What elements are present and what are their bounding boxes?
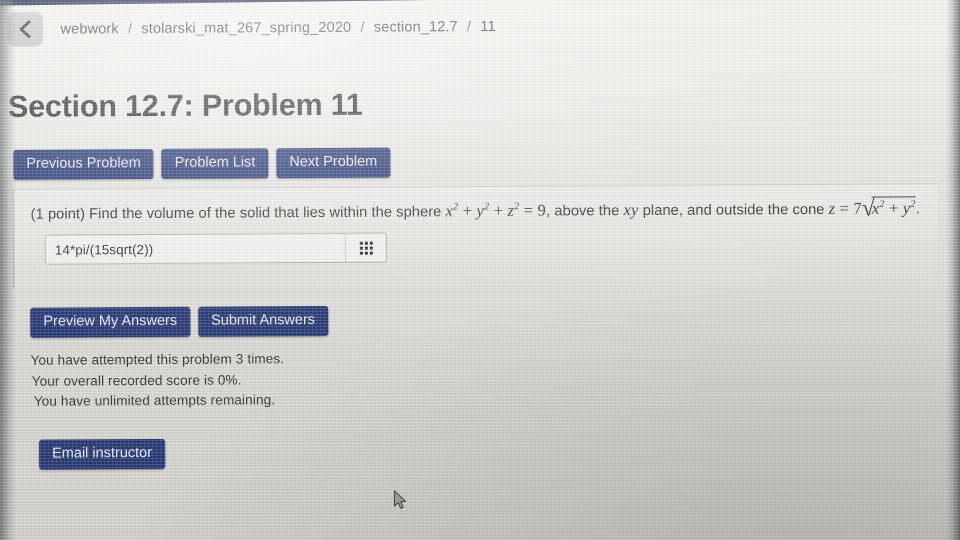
breadcrumb: webwork / stolarski_mat_267_spring_2020 … xyxy=(6,9,496,47)
problem-text-middle-a: , above the xyxy=(546,203,620,220)
breadcrumb-separator: / xyxy=(127,20,133,37)
problem-text-intro: Find the volume of the solid that lies w… xyxy=(89,204,442,223)
email-instructor-row: Email instructor xyxy=(39,438,166,470)
problem-text-end: . xyxy=(915,201,920,218)
page-title: Section 12.7: Problem 11 xyxy=(7,87,363,124)
breadcrumb-item-section[interactable]: section_12.7 xyxy=(374,19,458,36)
problem-statement: (1 point) Find the volume of the solid t… xyxy=(31,196,920,223)
back-button[interactable] xyxy=(6,11,44,47)
breadcrumb-item-course[interactable]: stolarski_mat_267_spring_2020 xyxy=(141,19,351,36)
problem-nav-bar: Previous Problem Problem List Next Probl… xyxy=(13,147,391,180)
previous-problem-button[interactable]: Previous Problem xyxy=(13,148,154,180)
screenshot-root: webwork / stolarski_mat_267_spring_2020 … xyxy=(0,0,960,540)
status-remaining: You have unlimited attempts remaining. xyxy=(33,392,276,409)
problem-panel: (1 point) Find the volume of the solid t… xyxy=(12,183,939,288)
breadcrumb-item-webwork[interactable]: webwork xyxy=(60,21,118,37)
cone-equation: z = 7 √ x2 + y2 xyxy=(828,195,916,222)
xy-plane-symbol: xy xyxy=(623,200,639,220)
breadcrumb-separator: / xyxy=(360,19,365,36)
grid-keypad-icon xyxy=(359,241,373,255)
status-score: Your overall recorded score is 0%. xyxy=(31,371,242,389)
problem-points: (1 point) xyxy=(30,206,86,223)
answer-value[interactable]: 14*pi/(15sqrt(2)) xyxy=(46,240,345,257)
email-instructor-button[interactable]: Email instructor xyxy=(39,438,166,470)
answer-actions: Preview My Answers Submit Answers xyxy=(30,305,329,338)
breadcrumb-item-problem[interactable]: 11 xyxy=(480,18,495,34)
attempt-status: You have attempted this problem 3 times.… xyxy=(30,349,284,412)
breadcrumb-separator: / xyxy=(466,18,472,35)
submit-answers-button[interactable]: Submit Answers xyxy=(197,305,329,337)
webwork-page: webwork / stolarski_mat_267_spring_2020 … xyxy=(0,0,960,540)
next-problem-button[interactable]: Next Problem xyxy=(276,147,391,178)
problem-text-middle-b: plane, and outside the cone xyxy=(642,201,825,220)
sphere-equation: x2 + y2 + z2 = 9 xyxy=(445,200,547,221)
answer-input[interactable]: 14*pi/(15sqrt(2)) xyxy=(44,232,387,265)
chevron-left-icon xyxy=(17,20,32,39)
keypad-toggle-button[interactable] xyxy=(344,233,386,262)
status-attempts: You have attempted this problem 3 times. xyxy=(30,351,285,368)
preview-answers-button[interactable]: Preview My Answers xyxy=(30,306,191,338)
breadcrumb-trail: webwork / stolarski_mat_267_spring_2020 … xyxy=(60,18,495,37)
problem-list-button[interactable]: Problem List xyxy=(161,148,269,179)
